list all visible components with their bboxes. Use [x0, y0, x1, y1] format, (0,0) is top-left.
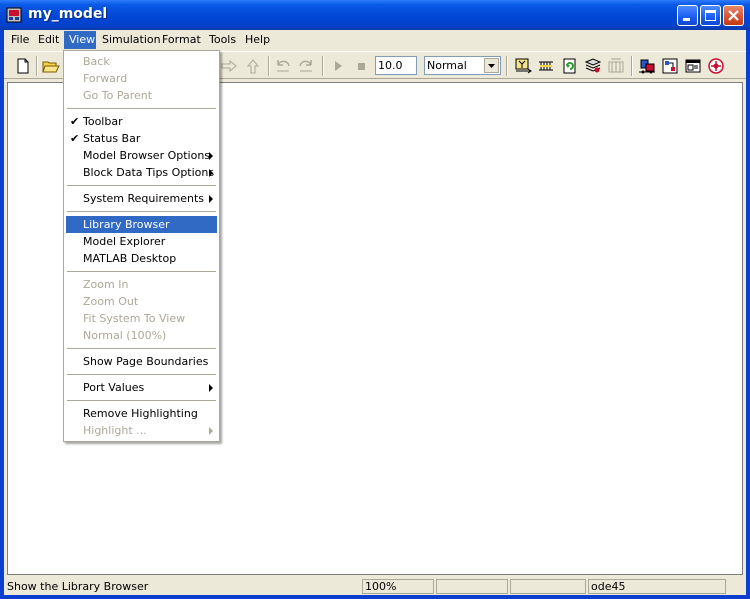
build-icon[interactable] — [514, 57, 532, 75]
new-model-icon[interactable] — [14, 57, 32, 75]
forward-icon — [221, 59, 237, 73]
view-menu-dropdown: Back Forward Go To Parent ✔ Toolbar ✔ Stat… — [63, 50, 220, 442]
minimize-icon — [683, 18, 690, 21]
stop-time-input[interactable]: 10.0 — [375, 56, 417, 75]
minimize-button[interactable] — [677, 5, 698, 26]
view-menu-library-browser[interactable]: Library Browser — [66, 216, 217, 233]
status-zoom: 100% — [362, 579, 434, 594]
simulink-library-icon[interactable] — [707, 57, 725, 75]
undo-icon — [277, 60, 290, 72]
view-menu-block-data-tips-options[interactable]: Block Data Tips Options — [66, 164, 217, 181]
submenu-arrow-icon — [209, 384, 213, 392]
status-panel-empty-1 — [436, 579, 508, 594]
menu-separator — [67, 348, 216, 349]
view-menu-zoom-in: Zoom In — [83, 278, 129, 291]
toggle-model-browser-icon[interactable] — [661, 57, 679, 75]
view-menu-model-explorer[interactable]: Model Explorer — [66, 233, 217, 250]
view-menu-remove-highlighting[interactable]: Remove Highlighting — [66, 405, 217, 422]
submenu-arrow-icon — [209, 427, 213, 435]
maximize-icon — [705, 10, 716, 21]
view-menu-zoom-out: Zoom Out — [83, 295, 139, 308]
close-icon — [728, 10, 739, 21]
view-menu-toolbar[interactable]: ✔ Toolbar — [66, 113, 217, 130]
menu-format[interactable]: Format — [157, 31, 206, 49]
debug-icon[interactable] — [638, 57, 656, 75]
view-menu-highlight: Highlight ... — [66, 422, 217, 439]
view-menu-show-page-boundaries[interactable]: Show Page Boundaries — [66, 353, 217, 370]
close-button[interactable] — [723, 5, 744, 26]
open-icon[interactable] — [42, 57, 60, 75]
menu-simulation[interactable]: Simulation — [97, 31, 166, 49]
menu-help[interactable]: Help — [240, 31, 275, 49]
submenu-arrow-icon — [209, 169, 213, 177]
stateflow-icon[interactable] — [684, 57, 702, 75]
view-menu-matlab-desktop[interactable]: MATLAB Desktop — [66, 250, 217, 267]
simulation-mode-select[interactable]: Normal — [424, 56, 501, 75]
redo-icon — [299, 60, 312, 72]
submenu-arrow-icon — [209, 152, 213, 160]
menu-tools[interactable]: Tools — [204, 31, 241, 49]
menu-separator — [67, 400, 216, 401]
stop-simulation-icon — [358, 63, 365, 70]
go-to-parent-icon — [246, 59, 260, 74]
title-bar[interactable]: my_model — [0, 0, 750, 30]
view-menu-go-to-parent: Go To Parent — [83, 89, 153, 102]
start-simulation-icon — [335, 61, 342, 71]
view-menu-back: Back — [83, 55, 110, 68]
menu-bar: File Edit View Simulation Format Tools H… — [4, 30, 746, 50]
menu-separator — [67, 185, 216, 186]
refresh-icon[interactable] — [561, 57, 579, 75]
model-window: my_model File Edit View Simulation Forma… — [0, 0, 750, 599]
simulink-app-icon — [6, 7, 22, 23]
menu-separator — [67, 271, 216, 272]
view-menu-port-values[interactable]: Port Values — [66, 379, 217, 396]
maximize-button[interactable] — [700, 5, 721, 26]
checkmark-icon: ✔ — [70, 132, 80, 145]
status-solver: ode45 — [588, 579, 726, 594]
chevron-down-icon[interactable] — [484, 58, 499, 73]
view-menu-model-browser-options[interactable]: Model Browser Options — [66, 147, 217, 164]
menu-view[interactable]: View — [64, 31, 96, 49]
view-menu-normal-zoom: Normal (100%) — [83, 329, 167, 342]
menu-file[interactable]: File — [6, 31, 34, 49]
status-panel-empty-2 — [510, 579, 586, 594]
simulation-mode-value: Normal — [427, 59, 467, 72]
checkmark-icon: ✔ — [70, 115, 80, 128]
menu-separator — [67, 108, 216, 109]
view-menu-system-requirements[interactable]: System Requirements — [66, 190, 217, 207]
view-menu-forward: Forward — [83, 72, 128, 85]
status-bar: Show the Library Browser 100% ode45 — [4, 577, 746, 595]
menu-separator — [67, 211, 216, 212]
view-menu-status-bar[interactable]: ✔ Status Bar — [66, 130, 217, 147]
status-message: Show the Library Browser — [7, 580, 149, 593]
menu-edit[interactable]: Edit — [33, 31, 64, 49]
window-title: my_model — [28, 6, 108, 22]
library-browser-icon[interactable] — [584, 57, 602, 75]
update-diagram-icon[interactable] — [537, 57, 555, 75]
view-menu-fit-system-to-view: Fit System To View — [83, 312, 186, 325]
menu-separator — [67, 374, 216, 375]
submenu-arrow-icon — [209, 195, 213, 203]
model-explorer-icon — [608, 58, 624, 73]
